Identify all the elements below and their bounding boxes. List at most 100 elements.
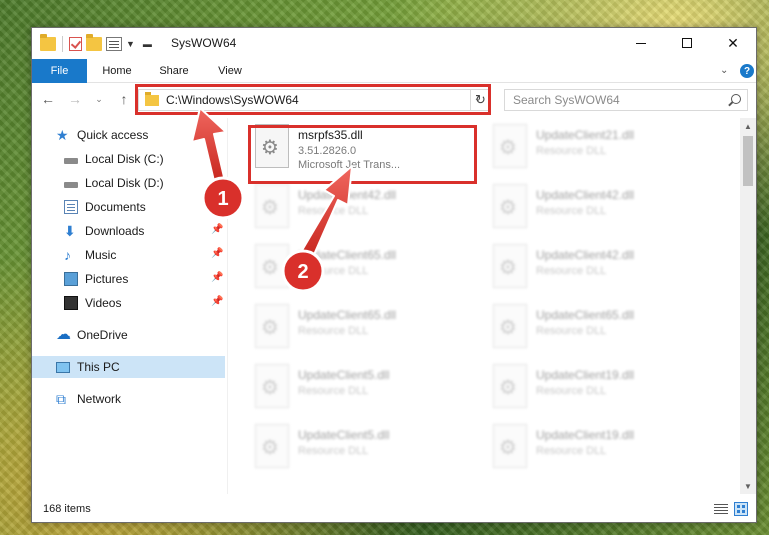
- address-bar[interactable]: C:\Windows\SysWOW64 ⌄: [138, 89, 489, 111]
- pin-icon[interactable]: 📌: [211, 296, 223, 307]
- file-name: UpdateClient42.dll: [536, 248, 635, 262]
- file-name: UpdateClient5.dll: [298, 428, 390, 442]
- download-icon: ⬇: [64, 223, 76, 239]
- customize-toolbar-icon[interactable]: [106, 37, 122, 51]
- file-item-msrpfs35[interactable]: msrpfs35.dll 3.51.2826.0 Microsoft Jet T…: [252, 120, 482, 176]
- file-description: Resource DLL: [536, 265, 607, 277]
- title-bar: ▼ ▬ SysWOW64 ✕: [32, 28, 756, 59]
- file-description: Resource DLL: [298, 325, 369, 337]
- scrollbar-thumb[interactable]: [743, 136, 753, 186]
- properties-check-icon[interactable]: [69, 37, 82, 51]
- file-item[interactable]: UpdateClient19.dll Resource DLL: [490, 360, 720, 416]
- sidebar-item-local-disk-c[interactable]: Local Disk (C:): [64, 148, 164, 170]
- toolbar-overflow-icon[interactable]: ▬: [143, 39, 152, 49]
- tab-home[interactable]: Home: [92, 59, 142, 83]
- status-bar: 168 items: [32, 496, 756, 522]
- new-folder-icon[interactable]: [86, 34, 102, 51]
- recent-locations-chevron-icon[interactable]: ⌄: [90, 90, 108, 108]
- scroll-down-icon[interactable]: ▼: [740, 478, 756, 494]
- file-item[interactable]: UpdateClient19.dll Resource DLL: [490, 420, 720, 476]
- file-item[interactable]: UpdateClient21.dll Resource DLL: [490, 120, 720, 176]
- sidebar-item-label: Pictures: [85, 272, 129, 286]
- refresh-icon[interactable]: ↻: [470, 89, 490, 111]
- navigation-pane: ★ Quick access Local Disk (C:) Local Dis…: [32, 118, 227, 494]
- file-item[interactable]: UpdateClient65.dll Resource DLL: [252, 240, 482, 296]
- file-description: Resource DLL: [298, 265, 369, 277]
- ribbon-tabs: File Home Share View ⌄ ?: [32, 59, 756, 83]
- pane-splitter[interactable]: [227, 118, 228, 494]
- vertical-scrollbar[interactable]: ▲ ▼: [740, 118, 756, 494]
- sidebar-item-music[interactable]: ♪ Music: [64, 244, 116, 266]
- up-arrow-icon[interactable]: ↑: [115, 90, 133, 108]
- chevron-down-icon[interactable]: ▼: [126, 39, 135, 49]
- file-description: Microsoft Jet Trans...: [298, 159, 401, 171]
- details-view-icon[interactable]: [714, 503, 728, 515]
- file-description: Resource DLL: [536, 325, 607, 337]
- dll-file-icon: [493, 184, 527, 228]
- sidebar-item-label: Downloads: [85, 224, 145, 238]
- dll-file-icon: [493, 304, 527, 348]
- file-item[interactable]: UpdateClient5.dll Resource DLL: [252, 360, 482, 416]
- sidebar-item-this-pc[interactable]: This PC: [32, 356, 225, 378]
- help-icon[interactable]: ?: [740, 64, 754, 78]
- sidebar-item-label: Local Disk (D:): [85, 176, 164, 190]
- sidebar-item-label: Documents: [85, 200, 146, 214]
- file-item[interactable]: UpdateClient65.dll Resource DLL: [252, 300, 482, 356]
- sidebar-item-network[interactable]: ⧉ Network: [56, 388, 121, 410]
- music-icon: ♪: [64, 247, 71, 263]
- item-count: 168 items: [43, 503, 91, 515]
- close-button[interactable]: ✕: [710, 28, 756, 58]
- file-name: UpdateClient65.dll: [298, 248, 397, 262]
- back-arrow-icon[interactable]: ←: [39, 90, 57, 108]
- dll-file-icon: [255, 364, 289, 408]
- sidebar-item-documents[interactable]: Documents: [64, 196, 146, 218]
- dll-file-icon: [255, 424, 289, 468]
- file-item[interactable]: UpdateClient65.dll Resource DLL: [490, 300, 720, 356]
- forward-arrow-icon[interactable]: →: [66, 90, 84, 108]
- dll-file-icon: [255, 244, 289, 288]
- file-item[interactable]: UpdateClient42.dll Resource DLL: [490, 180, 720, 236]
- file-explorer-window: ▼ ▬ SysWOW64 ✕ File Home Share View ⌄ ? …: [31, 27, 757, 523]
- sidebar-item-pictures[interactable]: Pictures: [64, 268, 128, 290]
- sidebar-item-label: Music: [85, 248, 117, 262]
- file-name: UpdateClient42.dll: [298, 188, 397, 202]
- pin-icon[interactable]: 📌: [211, 224, 223, 235]
- pin-icon[interactable]: 📌: [211, 248, 223, 259]
- file-version: 3.51.2826.0: [298, 145, 357, 157]
- file-description: Resource DLL: [536, 385, 607, 397]
- file-description: Resource DLL: [536, 145, 607, 157]
- search-input[interactable]: Search SysWOW64: [504, 89, 748, 111]
- sidebar-item-onedrive[interactable]: ☁ OneDrive: [56, 324, 128, 346]
- pc-icon: [56, 362, 70, 373]
- expand-ribbon-chevron-icon[interactable]: ⌄: [720, 65, 728, 76]
- search-icon[interactable]: [731, 94, 741, 104]
- tab-view[interactable]: View: [206, 59, 254, 83]
- tab-file[interactable]: File: [32, 59, 87, 83]
- dll-file-icon: [255, 304, 289, 348]
- search-placeholder: Search SysWOW64: [513, 93, 620, 107]
- quick-access-toolbar: ▼ ▬: [40, 34, 152, 52]
- tab-share[interactable]: Share: [148, 59, 200, 83]
- pin-icon[interactable]: 📌: [211, 200, 223, 211]
- dll-file-icon: [255, 124, 289, 168]
- folder-icon[interactable]: [40, 34, 56, 51]
- sidebar-item-videos[interactable]: Videos: [64, 292, 121, 314]
- pin-icon[interactable]: 📌: [211, 272, 223, 283]
- minimize-button[interactable]: [618, 28, 664, 58]
- file-name: UpdateClient65.dll: [536, 308, 635, 322]
- scroll-up-icon[interactable]: ▲: [740, 118, 756, 134]
- file-item[interactable]: UpdateClient5.dll Resource DLL: [252, 420, 482, 476]
- pictures-icon: [64, 272, 78, 286]
- large-icons-view-icon[interactable]: [734, 502, 748, 516]
- sidebar-item-quick-access[interactable]: ★ Quick access: [56, 124, 148, 146]
- file-description: Resource DLL: [298, 385, 369, 397]
- minimize-icon: [636, 42, 646, 44]
- file-description: Resource DLL: [536, 445, 607, 457]
- file-item[interactable]: UpdateClient42.dll Resource DLL: [490, 240, 720, 296]
- file-item[interactable]: UpdateClient42.dll Resource DLL: [252, 180, 482, 236]
- sidebar-item-downloads[interactable]: ⬇ Downloads: [64, 220, 144, 242]
- documents-icon: [64, 200, 78, 214]
- sidebar-item-local-disk-d[interactable]: Local Disk (D:): [64, 172, 164, 194]
- maximize-button[interactable]: [664, 28, 710, 58]
- sidebar-item-label: This PC: [77, 360, 120, 374]
